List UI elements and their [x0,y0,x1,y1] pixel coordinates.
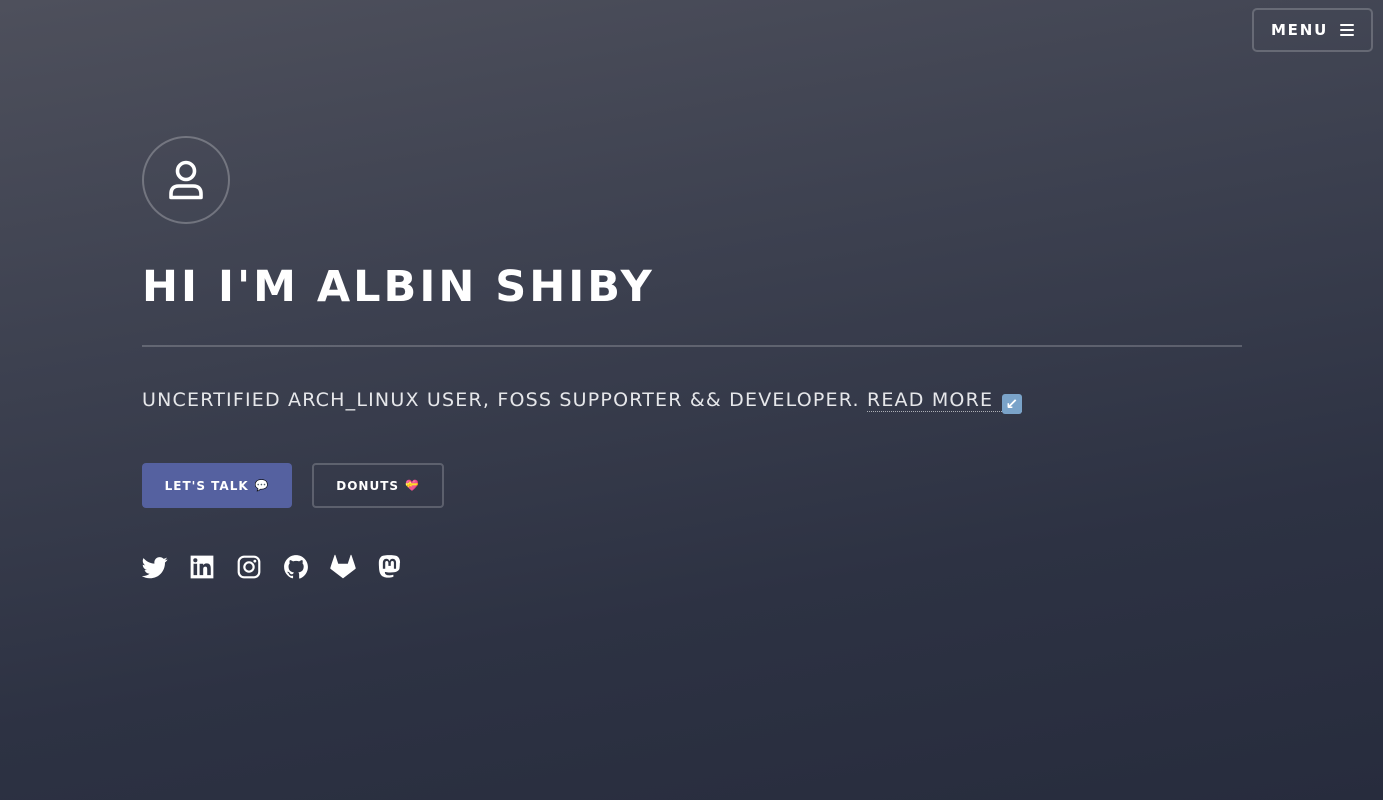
twitter-icon [142,557,168,579]
mastodon-icon [378,555,401,578]
avatar [142,136,230,224]
instagram-icon [237,555,261,579]
read-more-link[interactable]: READ MORE ↙ [866,389,1023,414]
speech-bubble-icon: 💬 [254,479,270,492]
github-link[interactable] [283,554,309,580]
hamburger-icon [1340,24,1355,36]
linkedin-link[interactable] [189,554,215,580]
lets-talk-button[interactable]: LET'S TALK 💬 [142,463,292,508]
lets-talk-label: LET'S TALK [164,478,249,493]
social-links [142,554,424,580]
divider [142,345,1242,347]
read-more-label: READ MORE [866,389,994,411]
subtitle-text: UNCERTIFIED ARCH_LINUX USER, FOSS SUPPOR… [142,389,860,411]
menu-label: MENU [1270,21,1329,39]
instagram-link[interactable] [236,554,262,580]
menu-button[interactable]: MENU [1252,8,1373,52]
arrow-down-left-icon: ↙ [1002,394,1023,414]
gitlab-icon [330,554,356,579]
donuts-label: DONUTS [336,478,400,493]
linkedin-icon [190,555,214,579]
twitter-link[interactable] [142,554,168,580]
donuts-button[interactable]: DONUTS 💝 [312,463,444,508]
mastodon-link[interactable] [377,554,403,580]
heart-gift-icon: 💝 [405,479,420,492]
hero-subtitle: UNCERTIFIED ARCH_LINUX USER, FOSS SUPPOR… [142,389,1023,414]
gitlab-link[interactable] [330,554,356,580]
user-icon [169,160,203,200]
github-icon [284,555,308,579]
page-title: HI I'M ALBIN SHIBY [142,262,655,312]
